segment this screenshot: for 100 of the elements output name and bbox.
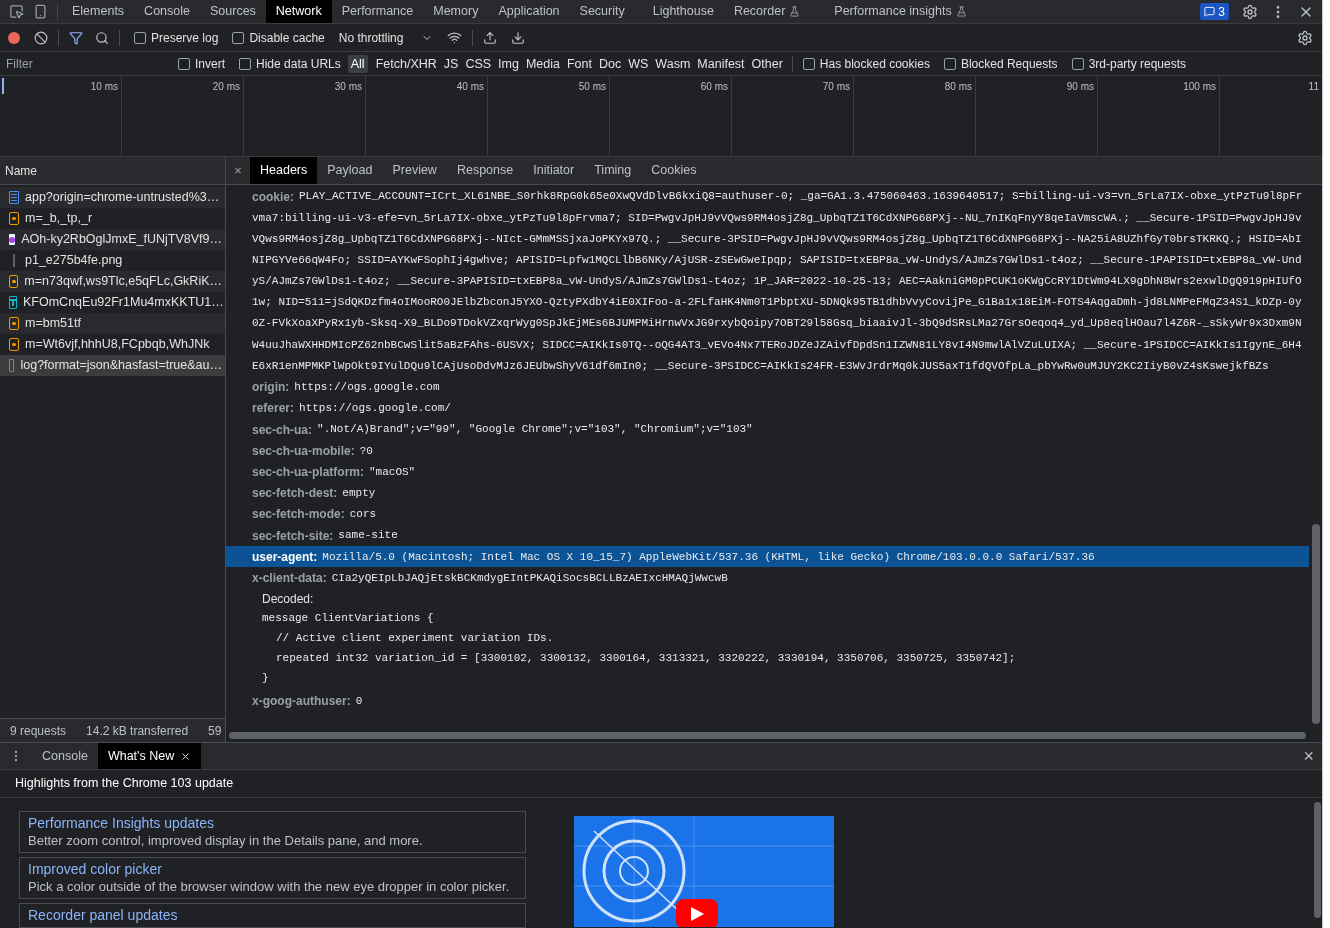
request-row[interactable]: m=Wt6vjf,hhhU8,FCpbqb,WhJNk bbox=[0, 334, 225, 355]
checkbox[interactable]: 3rd-party requests bbox=[1067, 54, 1190, 73]
header-name: sec-ch-ua: bbox=[252, 421, 313, 439]
time-tick: 90 ms bbox=[1066, 80, 1094, 91]
header-value: empty bbox=[342, 485, 376, 501]
type-filter-button[interactable]: All bbox=[347, 54, 368, 73]
clear-icon[interactable] bbox=[34, 30, 48, 45]
settings-icon[interactable] bbox=[1242, 3, 1258, 20]
header-name: user-agent: bbox=[252, 548, 318, 566]
header-name: sec-fetch-mode: bbox=[252, 506, 345, 524]
request-name: app?origin=chrome-untrusted%3… bbox=[25, 189, 220, 207]
panel-tab[interactable]: Console bbox=[134, 0, 200, 23]
update-card[interactable]: Recorder panel updates bbox=[19, 903, 526, 928]
header-name: referer: bbox=[252, 400, 295, 418]
type-filter-button[interactable]: Wasm bbox=[652, 54, 694, 73]
inspect-icon[interactable] bbox=[9, 4, 24, 19]
details-tab[interactable]: Response bbox=[446, 157, 524, 184]
panel-tab[interactable]: Lighthouse bbox=[642, 0, 724, 23]
update-card[interactable]: Performance Insights updates Better zoom control, improved display in the Details pane, and more. bbox=[19, 811, 526, 853]
status-text: 9 requests bbox=[9, 722, 68, 740]
settings-icon[interactable] bbox=[1297, 29, 1313, 46]
panel-tab[interactable]: Elements bbox=[62, 0, 135, 23]
header-name: sec-ch-ua-mobile: bbox=[252, 442, 355, 460]
header-value: ".Not/A)Brand";v="99", "Google Chrome";v="103", "Chromium";v="103" bbox=[317, 422, 753, 438]
request-row[interactable]: KFOmCnqEu92Fr1Mu4mxKKTU1… bbox=[0, 292, 225, 313]
type-filter-button[interactable]: JS bbox=[440, 54, 462, 73]
time-tick: 50 ms bbox=[578, 80, 606, 91]
type-filter-button[interactable]: WS bbox=[625, 54, 652, 73]
header-value: 1w; NID=511=jSdQKDzfm4oIMooRO0JElbZbconJ5YXO-QztyPXdbY4iE0XIFoo-a-2FLfaHK4Nm0T1PbptXU-5DNQk95TB1dhbVvyCovijPe_G1Ba1x18EiM-FOTS4AqgaDmh-jd8LNMPeFMqZ34S1_kDZp-0y bbox=[252, 295, 1302, 311]
header-name: sec-fetch-dest: bbox=[252, 485, 338, 503]
panel-tab[interactable]: Performance bbox=[331, 0, 424, 23]
update-title[interactable]: Performance Insights updates bbox=[28, 814, 517, 832]
upload-icon[interactable] bbox=[483, 30, 498, 45]
type-filter-button[interactable]: Doc bbox=[596, 54, 625, 73]
request-row[interactable]: m=n73qwf,ws9Tlc,e5qFLc,GkRiK… bbox=[0, 271, 225, 292]
request-name: p1_e275b4fe.png bbox=[25, 252, 123, 270]
type-filter-button[interactable]: Font bbox=[563, 54, 595, 73]
header-value: Mozilla/5.0 (Macintosh; Intel Mac OS X 10_15_7) AppleWebKit/537.36 (KHTML, like Gecko) Chrome/103.0.0.0 Safari/537.36 bbox=[322, 549, 1095, 565]
download-icon[interactable] bbox=[511, 30, 526, 45]
type-filter-button[interactable]: Manifest bbox=[694, 54, 748, 73]
header-value: cors bbox=[349, 507, 377, 523]
details-tab[interactable]: Cookies bbox=[641, 157, 707, 184]
drawer-tab[interactable]: Console bbox=[32, 743, 98, 769]
details-tab[interactable]: Payload bbox=[317, 157, 383, 184]
filter-icon[interactable] bbox=[69, 30, 83, 45]
type-filter-button[interactable]: CSS bbox=[462, 54, 495, 73]
request-row[interactable]: m=_b,_tp,_r bbox=[0, 208, 225, 229]
details-tab[interactable]: Timing bbox=[584, 157, 642, 184]
request-row[interactable]: AOh-ky2RbOglJmxE_fUNjTV8Vf9… bbox=[0, 229, 225, 250]
panel-tab[interactable]: Sources bbox=[200, 0, 266, 23]
header-value: CIa2yQEIpLbJAQjEtskBCKmdygEIntPKAQiSocsBCLLBzAEIxcHMAQjWwcwB bbox=[331, 570, 728, 586]
header-value: W4uuJhaWXHHDMIcPZ62nbBCwSlit5aBzFAhs-6USVX; SIDCC=AIKkIs0TQ--oQG4AT3_vEVo4Nx7TERoJDZeJZAivfDpdSn1IZWN81LY8vI4N9mwlAlVZuLUIXA; __Secure-1PSIDCC=AIKkIs1IgynE_6H4 bbox=[252, 337, 1302, 353]
panel-tab[interactable]: Network bbox=[265, 0, 332, 23]
column-header[interactable]: Name bbox=[5, 161, 37, 180]
search-icon[interactable] bbox=[95, 30, 109, 45]
issues-badge[interactable]: 3 bbox=[1200, 3, 1229, 20]
request-row[interactable]: m=bm51tf bbox=[0, 313, 225, 334]
type-filter-button[interactable]: Img bbox=[495, 54, 522, 73]
checkbox[interactable]: Preserve log bbox=[130, 28, 223, 47]
update-title[interactable]: Recorder panel updates bbox=[28, 906, 517, 924]
checkbox[interactable]: Hide data URLs bbox=[235, 54, 345, 73]
script-icon bbox=[9, 317, 19, 330]
close-button[interactable]: × bbox=[226, 160, 250, 181]
drawer-tab[interactable]: What's New bbox=[97, 743, 202, 769]
decoded-line: repeated int32 variation_id = [3300102, 3300132, 3300164, 3313321, 3320222, 3330194, 3350706, 3350725, 3350742]; bbox=[276, 651, 1016, 667]
details-tab[interactable]: Headers bbox=[250, 157, 318, 184]
throttling-select[interactable]: No throttling bbox=[334, 28, 438, 47]
request-row[interactable]: app?origin=chrome-untrusted%3… bbox=[0, 187, 225, 208]
scrollbar-thumb[interactable] bbox=[1311, 524, 1320, 724]
record-icon[interactable] bbox=[8, 31, 20, 44]
update-card[interactable]: Improved color picker Pick a color outside of the browser window with the new eye dropper in color picker. bbox=[19, 857, 526, 899]
panel-tab[interactable]: Application bbox=[488, 0, 570, 23]
details-tab[interactable]: Preview bbox=[382, 157, 447, 184]
time-tick: 40 ms bbox=[456, 80, 484, 91]
checkbox[interactable]: Blocked Requests bbox=[939, 54, 1062, 73]
wifi-icon[interactable] bbox=[447, 30, 463, 45]
header-name: cookie: bbox=[252, 188, 294, 206]
request-row[interactable]: p1_e275b4fe.png bbox=[0, 250, 225, 271]
time-tick: 100 ms bbox=[1183, 80, 1216, 91]
scrollbar-thumb[interactable] bbox=[1313, 802, 1321, 918]
type-filter-button[interactable]: Media bbox=[522, 54, 563, 73]
type-filter-button[interactable]: Other bbox=[748, 54, 786, 73]
checkbox[interactable]: Invert bbox=[174, 54, 229, 73]
header-name: x-client-data: bbox=[252, 569, 327, 587]
request-row[interactable]: log?format=json&hasfast=true&au… bbox=[0, 355, 225, 376]
type-filter-button[interactable]: Fetch/XHR bbox=[372, 54, 440, 73]
panel-tab[interactable]: Security bbox=[569, 0, 635, 23]
request-name: m=n73qwf,ws9Tlc,e5qFLc,GkRiK… bbox=[24, 273, 222, 291]
checkbox[interactable]: Has blocked cookies bbox=[798, 54, 934, 73]
checkbox[interactable]: Disable cache bbox=[228, 28, 329, 47]
close-icon[interactable] bbox=[180, 750, 192, 762]
details-tab[interactable]: Initiator bbox=[523, 157, 585, 184]
line-icon bbox=[13, 254, 15, 267]
panel-tab[interactable]: Memory bbox=[423, 0, 489, 23]
device-icon[interactable] bbox=[33, 4, 48, 19]
update-title[interactable]: Improved color picker bbox=[28, 860, 517, 878]
close-button[interactable]: × bbox=[1303, 747, 1314, 765]
panel-tab[interactable]: Performance insights bbox=[824, 0, 977, 23]
panel-tab[interactable]: Recorder bbox=[723, 0, 811, 23]
scrollbar-thumb[interactable] bbox=[229, 732, 1306, 739]
